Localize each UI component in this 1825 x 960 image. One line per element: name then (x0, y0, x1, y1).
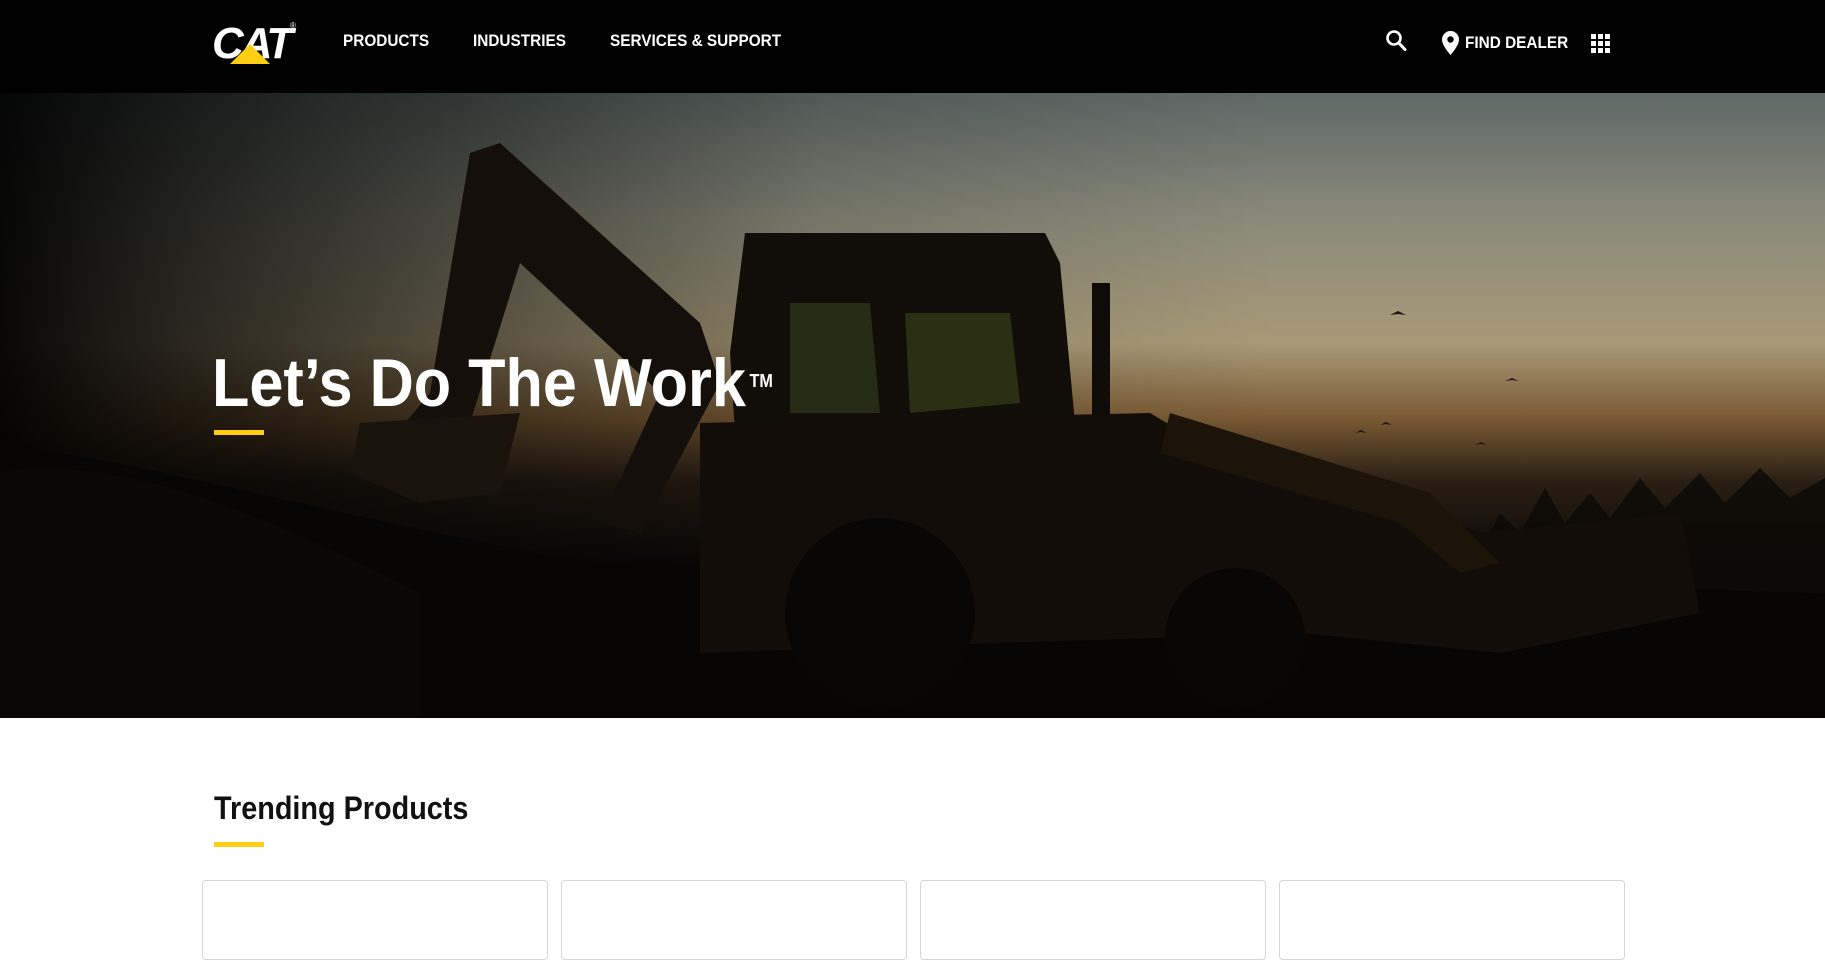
find-dealer-label: FIND DEALER (1465, 33, 1569, 52)
hero-accent-underline (214, 430, 264, 435)
product-card[interactable] (920, 880, 1266, 960)
location-pin-icon (1442, 31, 1459, 55)
trending-products-heading: Trending Products (214, 790, 469, 826)
hero-banner: Let’s Do The Work TM (0, 93, 1825, 718)
cat-logo[interactable]: CAT ® (212, 20, 296, 68)
trending-products-list (202, 880, 1625, 960)
nav-industries[interactable]: INDUSTRIES (473, 32, 566, 51)
product-card[interactable] (1279, 880, 1625, 960)
nav-products[interactable]: PRODUCTS (343, 32, 429, 51)
product-card[interactable] (561, 880, 907, 960)
trending-accent-underline (214, 842, 264, 847)
hero-headline-text: Let’s Do The Work (212, 345, 746, 421)
nav-services-support[interactable]: SERVICES & SUPPORT (610, 32, 781, 51)
main-nav: PRODUCTS INDUSTRIES SERVICES & SUPPORT (343, 32, 794, 51)
top-navigation-bar: CAT ® PRODUCTS INDUSTRIES SERVICES & SUP… (0, 0, 1825, 93)
search-icon[interactable] (1385, 29, 1409, 55)
hero-headline: Let’s Do The Work TM (212, 338, 773, 428)
trademark-symbol: TM (749, 371, 773, 391)
logo-registered-mark: ® (290, 21, 296, 30)
grid-menu-icon[interactable] (1591, 34, 1610, 53)
find-dealer-button[interactable]: FIND DEALER (1442, 31, 1576, 55)
logo-triangle-icon (230, 44, 270, 64)
product-card[interactable] (202, 880, 548, 960)
